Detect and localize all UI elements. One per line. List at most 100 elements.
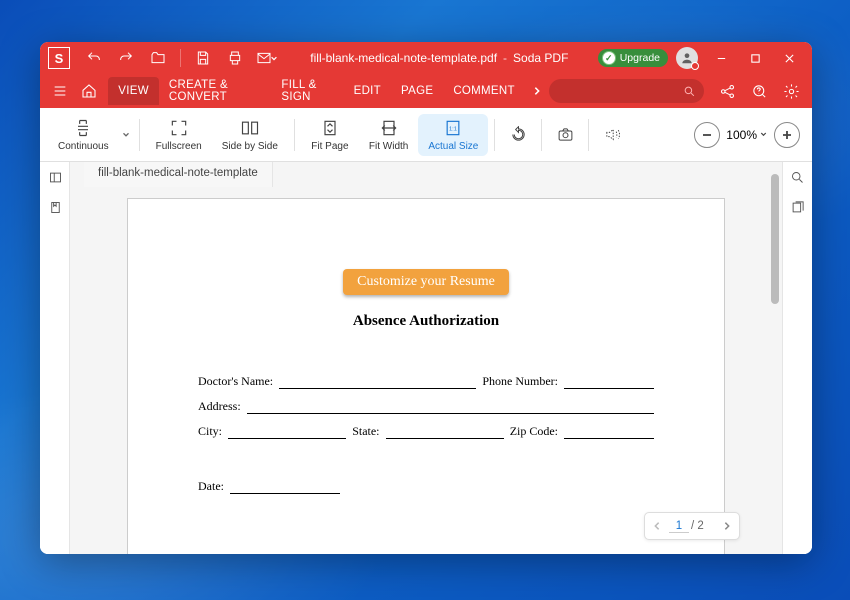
zoom-level[interactable]: 100%: [726, 128, 768, 142]
tabs-scroll-right[interactable]: [527, 86, 547, 96]
tab-create-convert[interactable]: CREATE & CONVERT: [159, 77, 272, 105]
label-date: Date:: [198, 479, 224, 494]
hamburger-menu[interactable]: [46, 77, 73, 105]
view-toolbar: Continuous Fullscreen Side by Side Fit P…: [40, 108, 812, 162]
fullscreen-icon: [169, 118, 189, 138]
pages-panel-button[interactable]: [783, 192, 812, 222]
upgrade-button[interactable]: ✓ Upgrade: [598, 49, 668, 67]
app-window: S fill-blank-medical-note-template.pdf -…: [40, 42, 812, 554]
titlebar: S fill-blank-medical-note-template.pdf -…: [40, 42, 812, 74]
folder-icon: [150, 50, 166, 66]
side-by-side-icon: [240, 118, 260, 138]
home-button[interactable]: [75, 77, 102, 105]
search-icon: [790, 170, 805, 185]
minimize-button[interactable]: [704, 44, 738, 72]
field-address[interactable]: [247, 400, 654, 414]
prev-page-button[interactable]: [645, 521, 669, 531]
search-panel-button[interactable]: [783, 162, 812, 192]
close-button[interactable]: [772, 44, 806, 72]
fit-page-tool[interactable]: Fit Page: [301, 114, 359, 156]
search-input[interactable]: [549, 79, 704, 103]
save-button[interactable]: [189, 44, 217, 72]
menu-tabs: VIEW CREATE & CONVERT FILL & SIGN EDIT P…: [108, 77, 525, 105]
label-state: State:: [352, 424, 379, 439]
menubar: VIEW CREATE & CONVERT FILL & SIGN EDIT P…: [40, 74, 812, 108]
field-zip[interactable]: [564, 425, 654, 439]
read-aloud-tool[interactable]: [595, 118, 629, 152]
svg-text:1:1: 1:1: [449, 126, 457, 132]
gear-icon: [783, 83, 800, 100]
content-area: fill-blank-medical-note-template Customi…: [40, 162, 812, 554]
snapshot-tool[interactable]: [548, 118, 582, 152]
account-avatar[interactable]: [676, 47, 698, 69]
vertical-scrollbar[interactable]: [771, 174, 779, 304]
email-button[interactable]: [253, 44, 281, 72]
menu-icon: [52, 83, 68, 99]
pdf-page: Customize your Resume Absence Authorizat…: [127, 198, 725, 554]
share-icon: [719, 83, 736, 100]
page-total: / 2: [691, 520, 704, 532]
actual-size-tool[interactable]: 1:1 Actual Size: [418, 114, 488, 156]
tab-page[interactable]: PAGE: [391, 77, 443, 105]
label-zip: Zip Code:: [510, 424, 558, 439]
field-state[interactable]: [386, 425, 504, 439]
undo-icon: [86, 50, 102, 66]
zoom-in-button[interactable]: [774, 122, 800, 148]
field-doctor[interactable]: [279, 375, 476, 389]
minus-icon: [701, 129, 713, 141]
maximize-button[interactable]: [738, 44, 772, 72]
tab-edit[interactable]: EDIT: [344, 77, 391, 105]
document-filename: fill-blank-medical-note-template.pdf: [310, 51, 497, 65]
pages-icon: [790, 200, 805, 215]
document-tab[interactable]: fill-blank-medical-note-template: [84, 162, 273, 187]
fullscreen-tool[interactable]: Fullscreen: [146, 114, 212, 156]
right-rail: [782, 162, 812, 554]
settings-button[interactable]: [776, 77, 806, 105]
field-date[interactable]: [230, 480, 340, 494]
left-rail: [40, 162, 70, 554]
print-icon: [227, 50, 243, 66]
chevron-left-icon: [652, 521, 662, 531]
label-phone: Phone Number:: [482, 374, 558, 389]
window-title: fill-blank-medical-note-template.pdf - S…: [285, 51, 594, 65]
search-icon: [683, 85, 696, 98]
open-button[interactable]: [144, 44, 172, 72]
rotate-icon: [510, 126, 527, 143]
tab-fill-sign[interactable]: FILL & SIGN: [271, 77, 343, 105]
speaker-icon: [604, 126, 621, 143]
customize-badge[interactable]: Customize your Resume: [343, 269, 509, 295]
label-doctor: Doctor's Name:: [198, 374, 273, 389]
page-navigator: / 2: [644, 512, 740, 540]
label-city: City:: [198, 424, 222, 439]
undo-button[interactable]: [80, 44, 108, 72]
fit-width-tool[interactable]: Fit Width: [359, 114, 418, 156]
panel-toggle[interactable]: [40, 162, 70, 192]
help-button[interactable]: [744, 77, 774, 105]
zoom-controls: 100%: [694, 122, 804, 148]
field-phone[interactable]: [564, 375, 654, 389]
fit-width-icon: [379, 118, 399, 138]
zoom-out-button[interactable]: [694, 122, 720, 148]
continuous-tool[interactable]: Continuous: [48, 114, 119, 156]
rotate-tool[interactable]: [501, 118, 535, 152]
share-button[interactable]: [712, 77, 742, 105]
side-by-side-tool[interactable]: Side by Side: [212, 114, 288, 156]
tab-comment[interactable]: COMMENT: [443, 77, 525, 105]
notification-dot: [691, 62, 699, 70]
next-page-button[interactable]: [715, 521, 739, 531]
app-logo: S: [48, 47, 70, 69]
field-city[interactable]: [228, 425, 346, 439]
print-button[interactable]: [221, 44, 249, 72]
home-icon: [81, 83, 97, 99]
document-viewport[interactable]: fill-blank-medical-note-template Customi…: [70, 162, 782, 554]
chevron-right-icon: [722, 521, 732, 531]
redo-icon: [118, 50, 134, 66]
camera-icon: [557, 126, 574, 143]
save-icon: [195, 50, 211, 66]
redo-button[interactable]: [112, 44, 140, 72]
tab-view[interactable]: VIEW: [108, 77, 159, 105]
continuous-dropdown[interactable]: [119, 130, 133, 140]
panel-icon: [48, 170, 63, 185]
page-input[interactable]: [669, 520, 689, 533]
bookmarks-button[interactable]: [40, 192, 70, 222]
